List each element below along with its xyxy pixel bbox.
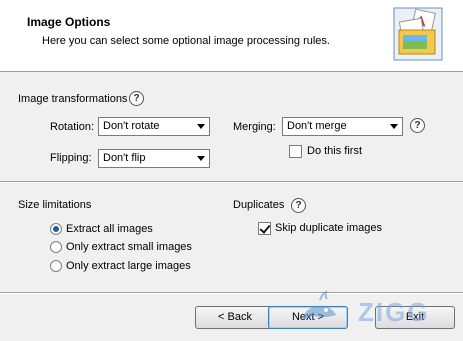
images-folder-icon [393,7,443,61]
rotation-value: Don't rotate [103,120,160,132]
do-this-first-checkbox[interactable] [289,145,302,158]
help-icon[interactable]: ? [291,198,306,213]
rotation-select[interactable]: Don't rotate [98,117,210,136]
flipping-label: Flipping: [50,152,92,164]
skip-duplicates-checkbox[interactable] [258,222,271,235]
radio-extract-all[interactable] [50,223,62,235]
merging-value: Don't merge [287,120,347,132]
duplicates-label: Duplicates [233,199,285,211]
flipping-select[interactable]: Don't flip [98,149,210,168]
radio-extract-small-label[interactable]: Only extract small images [66,241,192,253]
next-button[interactable]: Next > [268,306,348,329]
radio-extract-all-label[interactable]: Extract all images [66,223,153,235]
radio-extract-large[interactable] [50,260,62,272]
exit-button[interactable]: Exit [375,306,455,329]
chevron-down-icon [197,124,205,129]
chevron-down-icon [390,124,398,129]
merging-select[interactable]: Don't merge [282,117,403,136]
page-subtitle: Here you can select some optional image … [42,35,330,47]
flipping-value: Don't flip [103,152,146,164]
help-icon[interactable]: ? [129,91,144,106]
radio-extract-large-label[interactable]: Only extract large images [66,260,191,272]
skip-duplicates-label[interactable]: Skip duplicate images [275,222,382,234]
page-title: Image Options [27,15,111,29]
chevron-down-icon [197,156,205,161]
button-divider [0,292,463,294]
size-limitations-label: Size limitations [18,199,92,211]
do-this-first-label[interactable]: Do this first [307,145,362,157]
help-icon[interactable]: ? [410,118,425,133]
radio-extract-small[interactable] [50,241,62,253]
section-divider [0,181,463,183]
back-button[interactable]: < Back [195,306,275,329]
merging-label: Merging: [233,121,276,133]
rotation-label: Rotation: [50,121,95,133]
image-transformations-label: Image transformations [18,93,128,105]
wizard-header: Image Options Here you can select some o… [0,0,463,72]
